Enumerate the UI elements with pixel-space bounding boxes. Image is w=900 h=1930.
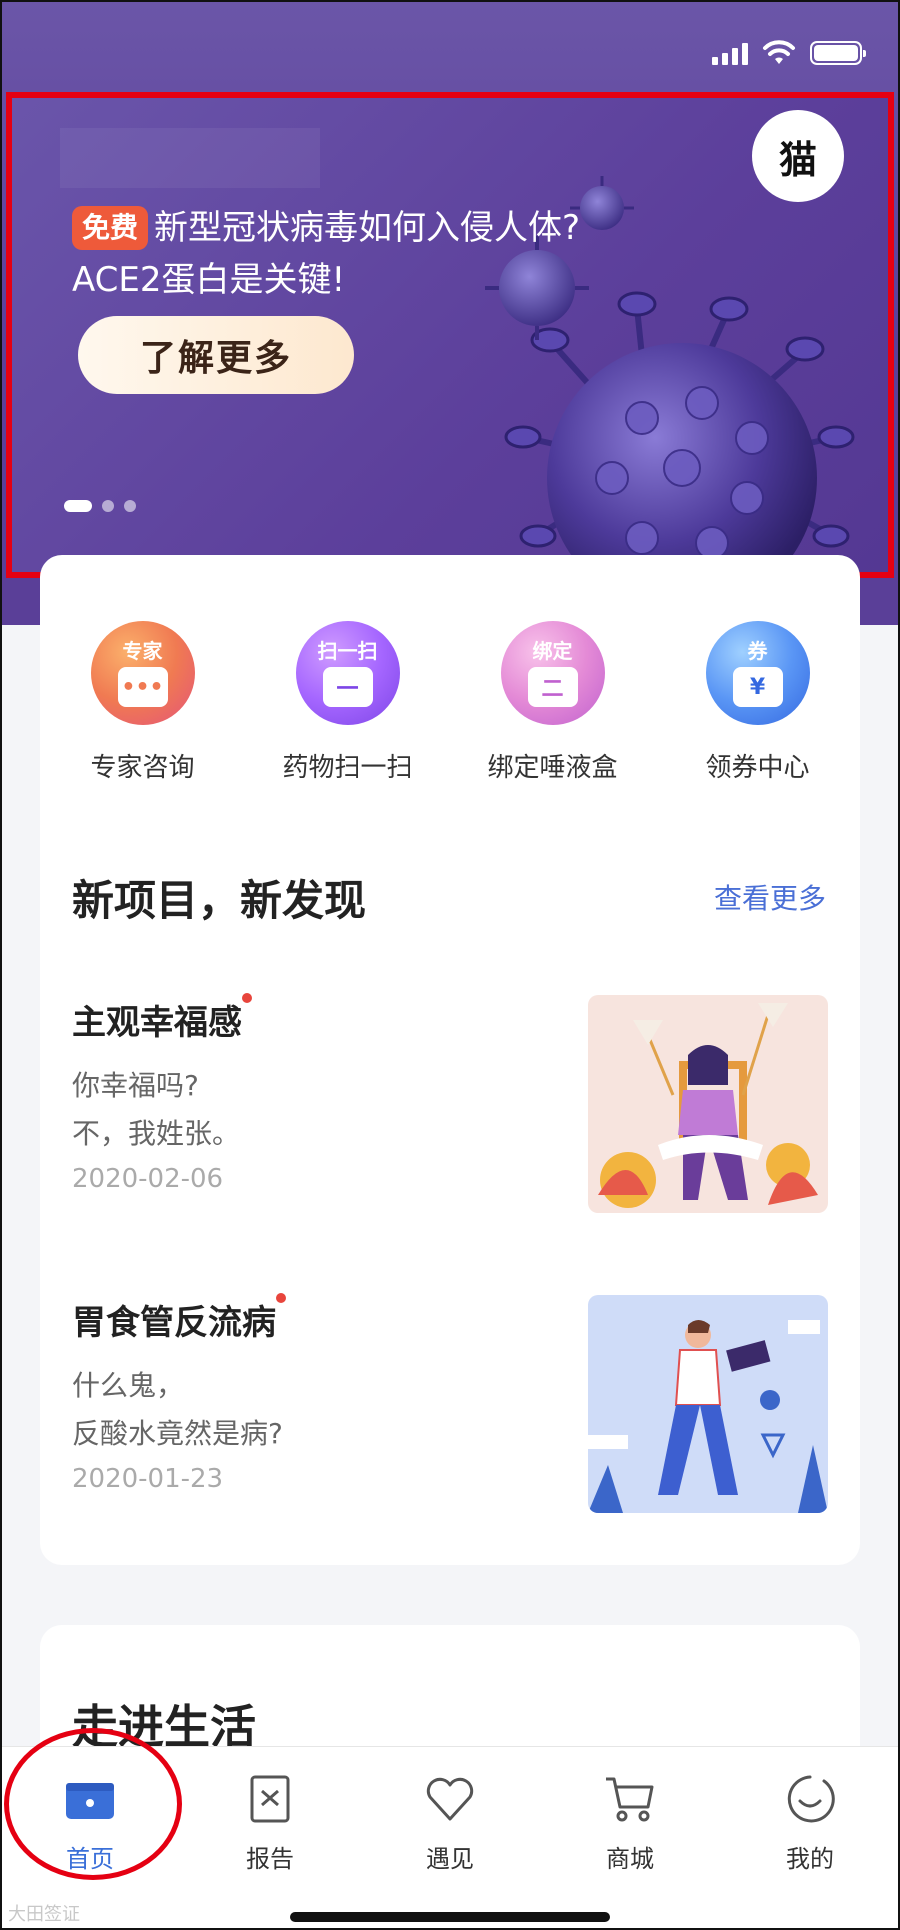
scan-icon: 扫一扫 一 — [295, 621, 400, 725]
article-title: 主观幸福感 — [72, 993, 252, 1044]
learn-more-button[interactable]: 了解更多 — [78, 316, 354, 394]
promo-banner[interactable]: 猫 免费 新型冠状病毒如何入侵人体? ACE2蛋白是关键! 了解更多 — [6, 92, 894, 578]
headline-line-1: 新型冠状病毒如何入侵人体? — [154, 208, 581, 248]
unread-dot — [242, 993, 252, 1003]
action-label: 药物扫一扫 — [282, 753, 413, 783]
tab-mall[interactable]: 商城 — [540, 1771, 720, 1930]
section-title: 新项目，新发现 — [72, 876, 367, 925]
cat-badge[interactable]: 猫 — [752, 110, 844, 202]
action-tag: 绑定 — [532, 639, 573, 663]
main-content-card: 专家 ••• 专家咨询 扫一扫 一 药物扫一扫 绑定 二 绑定唾液盒 券 ¥ 领… — [40, 555, 860, 1565]
quick-actions: 专家 ••• 专家咨询 扫一扫 一 药物扫一扫 绑定 二 绑定唾液盒 券 ¥ 领… — [40, 621, 860, 784]
saliva-box-icon: 绑定 二 — [500, 621, 605, 725]
article-item[interactable]: 胃食管反流病 什么鬼， 反酸水竟然是病? 2020-01-23 — [72, 1293, 828, 1515]
home-indicator[interactable] — [290, 1912, 610, 1922]
action-label: 绑定唾液盒 — [487, 753, 618, 783]
report-icon — [250, 1775, 290, 1823]
tab-label: 我的 — [786, 1845, 834, 1873]
carousel-indicator — [64, 500, 136, 512]
status-bar — [712, 40, 866, 66]
banner-glow — [60, 128, 320, 188]
happiness-illustration — [598, 1003, 818, 1208]
action-label: 专家咨询 — [90, 753, 195, 783]
carousel-dot[interactable] — [124, 500, 136, 512]
reflux-illustration — [588, 1320, 828, 1513]
expert-chat-icon: 专家 ••• — [90, 621, 195, 725]
home-highlight-circle — [4, 1728, 182, 1880]
tab-label: 报告 — [246, 1845, 294, 1873]
tab-label: 遇见 — [426, 1845, 474, 1873]
action-tag: 专家 — [122, 639, 163, 663]
carousel-dot[interactable] — [102, 500, 114, 512]
battery-icon — [810, 41, 866, 65]
article-item[interactable]: 主观幸福感 你幸福吗? 不，我姓张。 2020-02-06 — [72, 993, 828, 1215]
article-title-text: 胃食管反流病 — [72, 1303, 276, 1343]
unread-dot — [276, 1293, 286, 1303]
tab-label: 商城 — [606, 1845, 654, 1873]
tab-mine[interactable]: 我的 — [720, 1771, 900, 1930]
wifi-icon — [763, 40, 795, 64]
see-more-link[interactable]: 查看更多 — [714, 877, 826, 917]
yen-icon: ¥ — [732, 667, 783, 707]
box-icon: 二 — [527, 667, 578, 707]
action-label: 领券中心 — [705, 753, 810, 783]
action-coupon-center[interactable]: 券 ¥ 领券中心 — [655, 621, 860, 784]
coupon-icon: 券 ¥ — [705, 621, 810, 725]
tab-meet[interactable]: 遇见 — [360, 1771, 540, 1930]
profile-icon — [787, 1775, 835, 1823]
article-title: 胃食管反流病 — [72, 1293, 286, 1344]
cart-icon — [606, 1777, 654, 1822]
scan-frame-icon: 一 — [322, 667, 373, 707]
action-drug-scan[interactable]: 扫一扫 一 药物扫一扫 — [245, 621, 450, 784]
heart-icon — [426, 1777, 474, 1821]
banner-headline: 免费 新型冠状病毒如何入侵人体? ACE2蛋白是关键! — [72, 202, 580, 306]
action-tag: 券 — [747, 639, 768, 663]
action-tag: 扫一扫 — [317, 639, 378, 663]
chat-bubble-icon: ••• — [117, 667, 168, 707]
watermark: 大田签证 — [8, 1904, 80, 1925]
free-tag: 免费 — [72, 206, 149, 250]
article-thumbnail — [588, 1295, 828, 1513]
article-thumbnail — [588, 995, 828, 1213]
carousel-dot-active[interactable] — [64, 500, 92, 512]
action-expert-consult[interactable]: 专家 ••• 专家咨询 — [40, 621, 245, 784]
article-title-text: 主观幸福感 — [72, 1003, 242, 1043]
cellular-signal-icon — [712, 41, 748, 65]
action-bind-saliva-box[interactable]: 绑定 二 绑定唾液盒 — [450, 621, 655, 784]
headline-line-2: ACE2蛋白是关键! — [72, 260, 346, 300]
tab-report[interactable]: 报告 — [180, 1771, 360, 1930]
